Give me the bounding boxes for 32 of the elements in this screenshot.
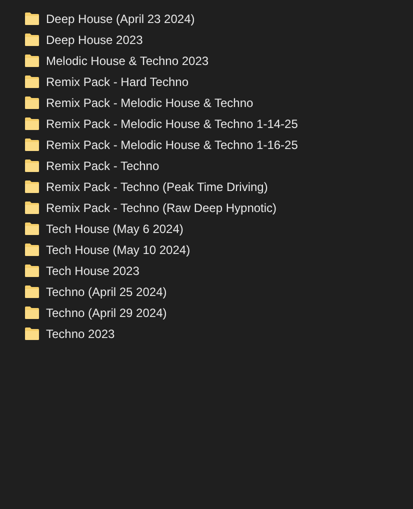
folder-icon — [25, 180, 39, 193]
folder-name[interactable]: Tech House (May 10 2024) — [44, 240, 192, 260]
folder-icon — [25, 264, 39, 277]
folder-name[interactable]: Tech House (May 6 2024) — [44, 218, 186, 238]
folder-name[interactable]: Remix Pack - Techno (Raw Deep Hypnotic) — [44, 198, 279, 218]
folder-icon — [25, 138, 39, 151]
folder-name[interactable]: Melodic House & Techno 2023 — [44, 50, 211, 70]
folder-icon — [25, 327, 39, 340]
folder-icon — [25, 285, 39, 298]
folder-icon — [25, 54, 39, 67]
folder-name[interactable]: Techno 2023 — [44, 324, 117, 344]
folder-icon — [25, 201, 39, 214]
folder-name[interactable]: Deep House (April 23 2024) — [44, 8, 197, 28]
folder-name[interactable]: Remix Pack - Melodic House & Techno — [44, 92, 256, 112]
folder-icon — [25, 75, 39, 88]
folder-icon — [25, 117, 39, 130]
folder-name[interactable]: Remix Pack - Melodic House & Techno 1-14-25 — [44, 114, 300, 134]
folder-name[interactable]: Tech House 2023 — [44, 260, 142, 280]
folder-icon — [25, 222, 39, 235]
folder-name[interactable]: Remix Pack - Techno (Peak Time Driving) — [44, 176, 270, 196]
folder-icon — [25, 96, 39, 109]
folder-icon — [25, 243, 39, 256]
folder-name[interactable]: Remix Pack - Melodic House & Techno 1-16-25 — [44, 134, 300, 154]
folder-icon — [25, 12, 39, 25]
folder-icon — [25, 306, 39, 319]
folder-name[interactable]: Deep House 2023 — [44, 30, 145, 50]
folder-icon — [25, 33, 39, 46]
folder-icon — [25, 159, 39, 172]
folder-name[interactable]: Remix Pack - Techno — [44, 156, 162, 176]
folder-name[interactable]: Remix Pack - Hard Techno — [44, 72, 190, 92]
folder-name[interactable]: Techno (April 29 2024) — [44, 302, 169, 322]
folder-name[interactable]: Techno (April 25 2024) — [44, 282, 169, 302]
